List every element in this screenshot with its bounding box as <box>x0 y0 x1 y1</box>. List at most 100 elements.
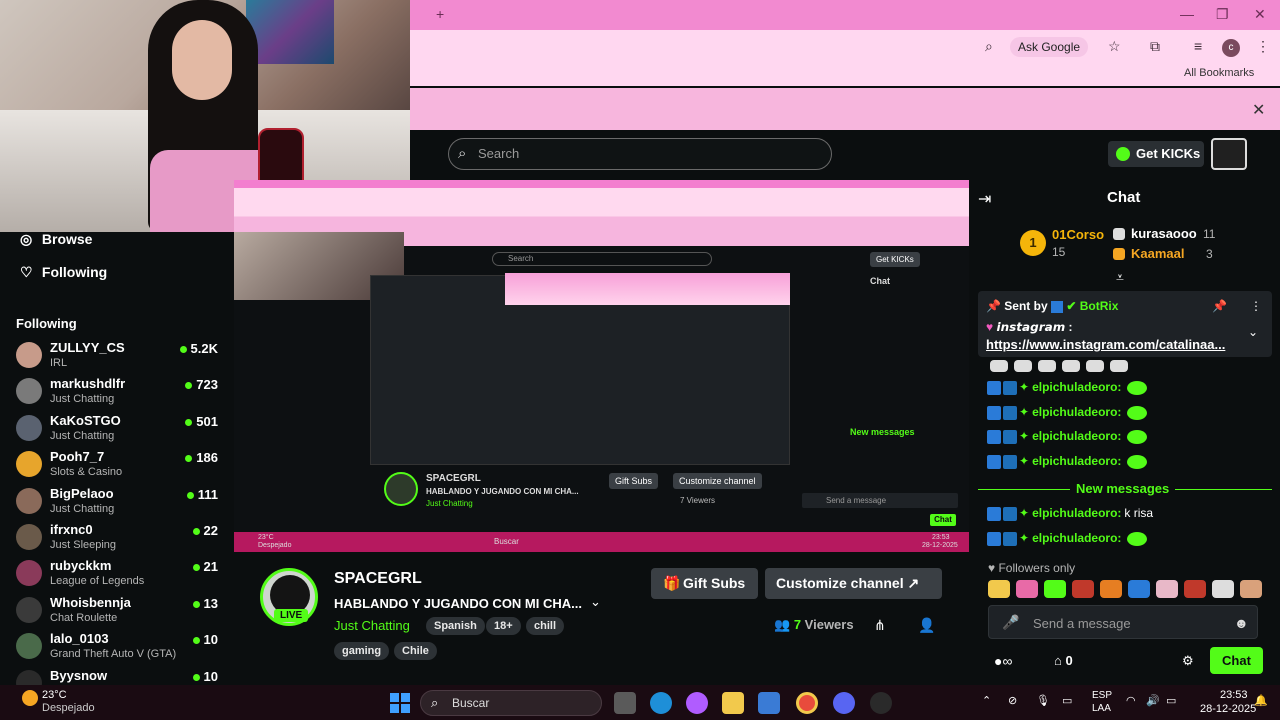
channel-avatar <box>16 414 42 441</box>
tag-18plus[interactable]: 18+ <box>486 617 521 635</box>
clock-time[interactable]: 23:53 <box>1220 689 1248 701</box>
following-item[interactable]: ifrxnc0 Just Sleeping 22 <box>16 522 226 558</box>
following-item[interactable]: KaKoSTGO Just Chatting 501 <box>16 413 226 449</box>
zoom-icon[interactable]: ⌕ <box>985 38 993 55</box>
leaderboard-name-1[interactable]: 01Corso <box>1052 227 1104 242</box>
chat-username[interactable]: elpichuladeoro: <box>1032 506 1121 520</box>
copilot-icon[interactable] <box>686 692 708 714</box>
close-window-button[interactable]: ✕ <box>1254 6 1266 23</box>
chat-message[interactable]: ✦ elpichuladeoro: <box>987 531 1148 551</box>
chevron-down-icon[interactable]: ⌄ <box>590 594 601 610</box>
following-item[interactable]: BigPelaoo Just Chatting 111 <box>16 486 226 522</box>
browse-nav[interactable]: ◎ Browse <box>20 231 92 248</box>
unpin-icon[interactable]: 📌 <box>1212 299 1227 313</box>
follow-user-icon[interactable]: 👤 <box>918 617 935 634</box>
media-control-icon[interactable]: ≡ <box>1194 38 1202 54</box>
following-viewer-count: 13 <box>192 596 218 611</box>
chat-username[interactable]: elpichuladeoro: <box>1032 531 1121 545</box>
viewer-count-value: 10 <box>203 668 218 684</box>
chrome-icon[interactable] <box>796 692 818 714</box>
webcam-poster <box>246 0 334 64</box>
following-item[interactable]: lalo_0103 Grand Theft Auto V (GTA) 10 <box>16 631 226 667</box>
following-item[interactable]: Whoisbennja Chat Roulette 13 <box>16 595 226 631</box>
following-viewer-count: 22 <box>192 523 218 538</box>
task-view-icon[interactable] <box>614 692 636 714</box>
weather-temperature[interactable]: 23°C <box>42 689 67 701</box>
microphone-icon[interactable]: 🎤 <box>1002 614 1019 631</box>
new-tab-button[interactable]: + <box>436 6 444 22</box>
chat-message[interactable]: ✦ elpichuladeoro: <box>987 454 1148 474</box>
tag-chile[interactable]: Chile <box>394 642 437 660</box>
weather-description[interactable]: Despejado <box>42 702 95 714</box>
badge-icon <box>987 506 1001 521</box>
collapse-chat-icon[interactable]: ⇥ <box>978 189 991 209</box>
chat-username[interactable]: elpichuladeoro: <box>1032 454 1121 468</box>
ask-google-button[interactable]: Ask Google <box>1010 37 1089 57</box>
maximize-button[interactable]: ❐ <box>1216 6 1229 23</box>
tag-chill[interactable]: chill <box>526 617 565 635</box>
notifications-icon[interactable]: 🔔 <box>1254 694 1268 707</box>
new-messages-label[interactable]: New messages <box>1076 481 1169 496</box>
leaderboard-name-2[interactable]: kurasaooo <box>1131 226 1197 241</box>
stream-category[interactable]: Just Chatting <box>334 618 410 633</box>
pinned-link[interactable]: https://www.instagram.com/catalinaa... <box>986 337 1225 352</box>
bookmark-star-icon[interactable]: ☆ <box>1108 38 1121 55</box>
tag-gaming[interactable]: gaming <box>334 642 390 660</box>
extensions-icon[interactable]: ⧉ <box>1150 38 1160 55</box>
volume-icon[interactable]: 🔊 <box>1146 694 1160 707</box>
settings-gear-icon[interactable]: ⚙ <box>1182 653 1194 669</box>
edge-icon[interactable] <box>650 692 672 714</box>
channel-name[interactable]: SPACEGRL <box>334 570 422 588</box>
chat-message[interactable]: ✦ elpichuladeoro: <box>987 405 1148 425</box>
menu-kebab-icon[interactable]: ⋮ <box>1256 38 1270 55</box>
nested-search-text: Search <box>508 254 534 263</box>
emote-quick-bar[interactable] <box>988 580 1268 603</box>
user-avatar[interactable] <box>1211 138 1247 170</box>
file-explorer-icon[interactable] <box>722 692 744 714</box>
discord-icon[interactable] <box>833 692 855 714</box>
network-off-icon[interactable]: ⊘ <box>1008 694 1017 707</box>
windows-start-icon[interactable] <box>390 693 410 713</box>
chat-username[interactable]: elpichuladeoro: <box>1032 429 1121 443</box>
following-nav[interactable]: ♡ Following <box>20 264 107 281</box>
expand-leaderboard-icon[interactable]: ⩡ <box>1116 269 1124 286</box>
share-icon[interactable]: ⋔ <box>874 617 886 634</box>
leaderboard-name-3[interactable]: Kaamaal <box>1131 246 1184 261</box>
all-bookmarks-link[interactable]: All Bookmarks <box>1184 67 1254 79</box>
following-item[interactable]: markushdlfr Just Chatting 723 <box>16 376 226 412</box>
input-language[interactable]: ESP <box>1092 690 1112 701</box>
tray-chevron-icon[interactable]: ⌃ <box>982 694 991 707</box>
chat-username[interactable]: elpichuladeoro: <box>1032 405 1121 419</box>
kicks-balance[interactable]: ⌂ 0 <box>1054 653 1073 668</box>
tag-spanish[interactable]: Spanish <box>426 617 485 635</box>
profile-avatar[interactable]: c <box>1222 39 1240 57</box>
obs-icon[interactable] <box>870 692 892 714</box>
clock-date[interactable]: 28-12-2025 <box>1200 703 1256 715</box>
following-item[interactable]: rubyckkm League of Legends 21 <box>16 558 226 594</box>
following-item[interactable]: ZULLYY_CS IRL 5.2K <box>16 340 226 376</box>
chat-message[interactable]: ✦ elpichuladeoro: <box>987 429 1148 449</box>
pinned-label: ♥ 𝙞𝙣𝙨𝙩𝙖𝙜𝙧𝙖𝙢 : <box>986 320 1073 334</box>
emoji-icon[interactable]: ☻ <box>1234 615 1249 631</box>
sparkle-icon: ✦ <box>1019 506 1030 520</box>
input-layout[interactable]: LAA <box>1092 703 1111 714</box>
pinned-menu-icon[interactable]: ⋮ <box>1250 299 1262 313</box>
battery-icon[interactable]: ▭ <box>1062 694 1072 707</box>
search-placeholder: Search <box>478 146 520 161</box>
minimize-button[interactable]: — <box>1180 6 1194 22</box>
store-app-icon[interactable] <box>758 692 780 714</box>
mic-tray-icon[interactable]: 🎙 <box>1036 694 1050 707</box>
chat-message[interactable]: ✦ elpichuladeoro: k risa <box>987 506 1153 526</box>
banner-close-button[interactable]: ✕ <box>1252 100 1265 120</box>
pinned-expand-icon[interactable]: ⌄ <box>1248 325 1258 339</box>
weather-icon[interactable] <box>22 690 38 706</box>
chat-username[interactable]: elpichuladeoro: <box>1032 380 1121 394</box>
taskbar-search-box[interactable] <box>420 690 602 716</box>
battery-tray-icon[interactable]: ▭ <box>1166 694 1176 707</box>
wifi-icon[interactable]: ◠ <box>1126 694 1136 707</box>
customize-channel-button[interactable]: Customize channel ↗ <box>765 568 942 599</box>
kicks-infinity-icon[interactable]: ●∞ <box>994 653 1012 669</box>
chat-message[interactable]: ✦ elpichuladeoro: <box>987 380 1148 400</box>
following-item[interactable]: Pooh7_7 Slots & Casino 186 <box>16 449 226 485</box>
chat-send-button[interactable]: Chat <box>1210 647 1263 674</box>
